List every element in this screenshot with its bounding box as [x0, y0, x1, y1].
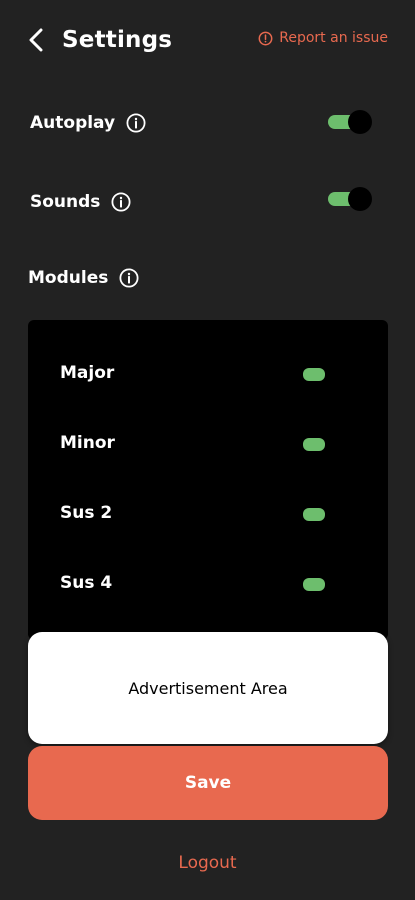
alert-circle-icon	[258, 31, 273, 45]
sounds-label: Sounds	[30, 192, 101, 212]
module-row-major: Major	[60, 355, 360, 391]
report-issue-label: Report an issue	[279, 30, 388, 46]
toggle-knob	[348, 187, 372, 211]
advertisement-label: Advertisement Area	[128, 678, 288, 698]
modules-card: Major Minor Sus 2 Sus 4	[28, 320, 388, 640]
sounds-toggle[interactable]	[328, 187, 372, 211]
info-icon	[126, 113, 146, 133]
save-button[interactable]: Save	[28, 746, 388, 820]
module-toggle-minor[interactable]	[303, 435, 325, 451]
autoplay-info-button[interactable]	[125, 112, 147, 134]
module-row-minor: Minor	[60, 425, 360, 461]
module-toggle-sus2[interactable]	[303, 505, 325, 521]
info-icon	[119, 268, 139, 288]
modules-header: Modules	[28, 258, 140, 298]
save-button-label: Save	[184, 773, 232, 793]
page-title: Settings	[62, 27, 173, 53]
header: Settings Report an issue	[0, 0, 415, 80]
module-row-sus2: Sus 2	[60, 495, 360, 531]
module-row-sus4: Sus 4	[60, 565, 360, 601]
toggle-track	[303, 368, 325, 381]
modules-label: Modules	[28, 268, 109, 288]
autoplay-toggle[interactable]	[328, 110, 372, 134]
module-toggle-major[interactable]	[303, 365, 325, 381]
module-label: Major	[60, 363, 115, 383]
toggle-knob	[348, 110, 372, 134]
modules-info-button[interactable]	[118, 267, 140, 289]
info-icon	[111, 192, 131, 212]
autoplay-label: Autoplay	[30, 113, 116, 133]
toggle-track	[303, 578, 325, 591]
toggle-track	[303, 508, 325, 521]
setting-row-autoplay: Autoplay	[30, 103, 375, 143]
report-issue-link[interactable]: Report an issue	[258, 27, 388, 49]
module-label: Minor	[60, 433, 115, 453]
module-toggle-sus4[interactable]	[303, 575, 325, 591]
module-label: Sus 4	[60, 573, 113, 593]
module-label: Sus 2	[60, 503, 113, 523]
chevron-left-icon	[29, 28, 43, 52]
back-button[interactable]	[22, 24, 50, 56]
sounds-info-button[interactable]	[110, 191, 132, 213]
toggle-track	[303, 438, 325, 451]
logout-link[interactable]: Logout	[0, 850, 415, 876]
setting-row-sounds: Sounds	[30, 182, 375, 222]
advertisement-area[interactable]: Advertisement Area	[28, 632, 388, 744]
